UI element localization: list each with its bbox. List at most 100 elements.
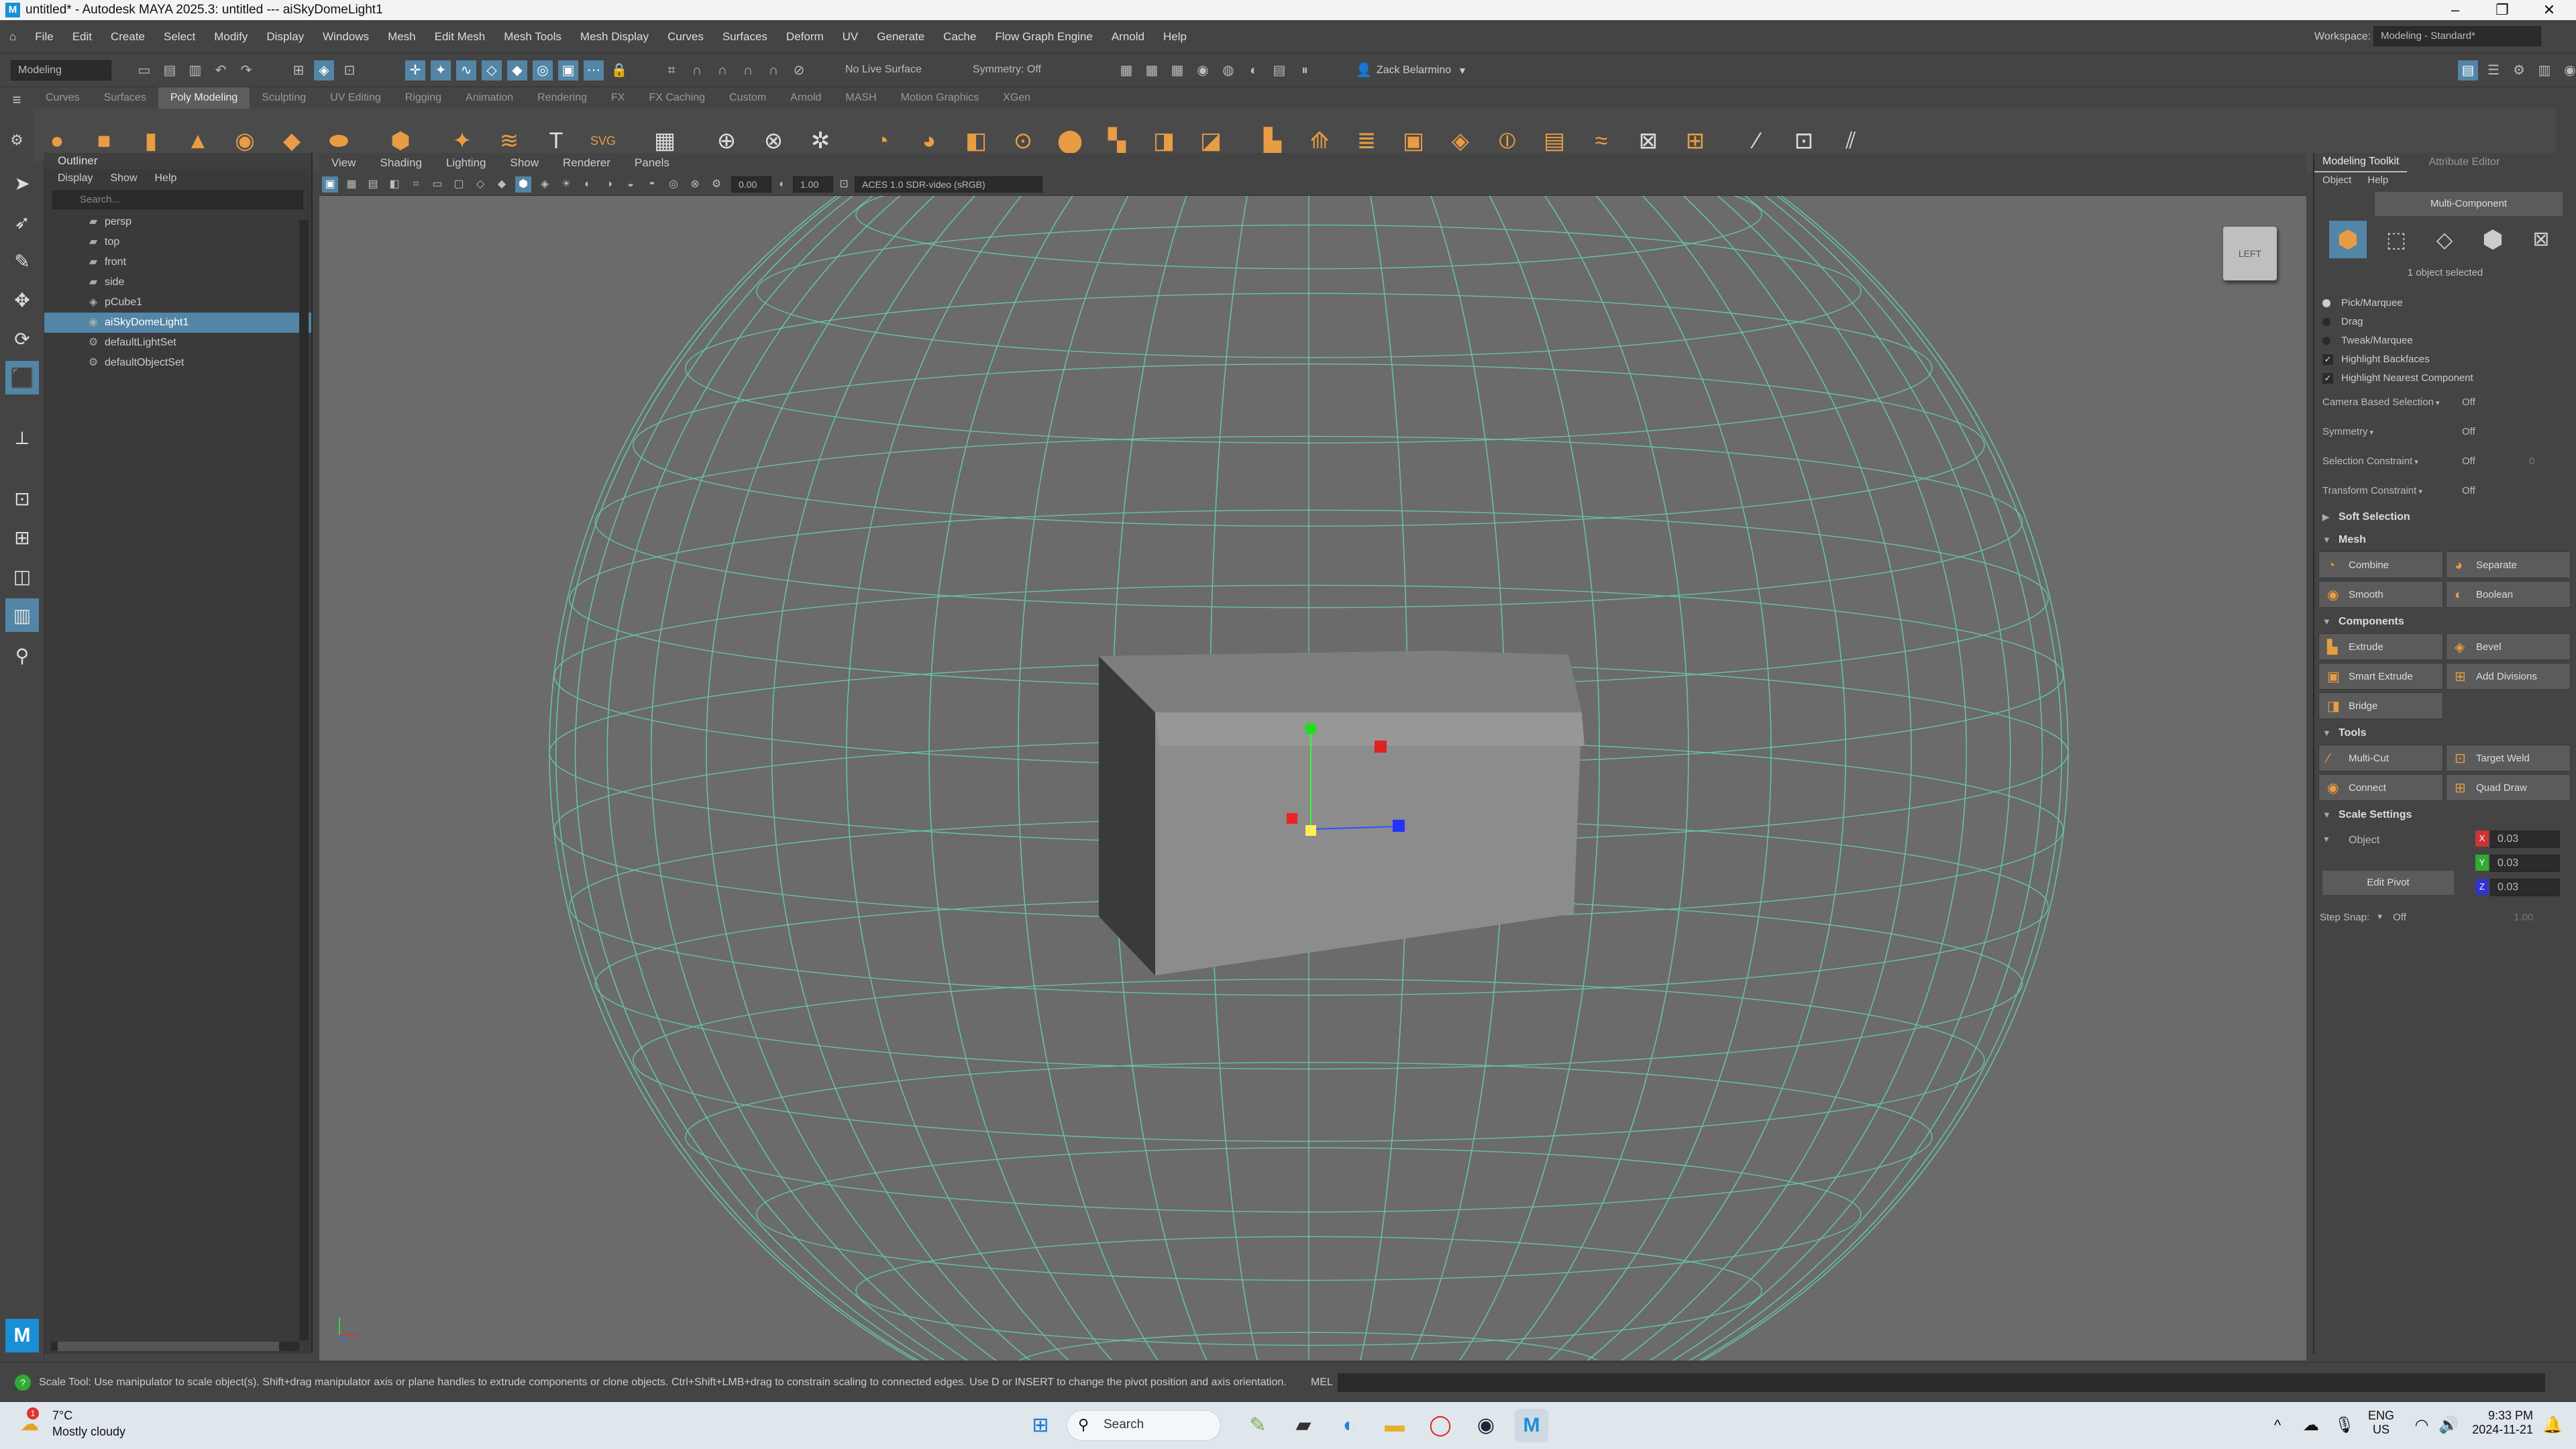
menu-set-dropdown[interactable]: Modeling (11, 60, 111, 80)
wireframe-on-shaded-icon[interactable]: ⬢ (515, 176, 531, 193)
symmetry-field[interactable]: Symmetry: Off (966, 60, 1073, 80)
select-tool-icon[interactable]: ➤ (5, 166, 39, 200)
component-mode-icon[interactable]: ⊡ (339, 60, 360, 80)
film-gate-icon[interactable]: ▭ (429, 174, 445, 195)
smooth-button[interactable]: ◉ Smooth (2318, 581, 2443, 608)
shelf-tab-xgen[interactable]: XGen (991, 87, 1042, 109)
attribute-editor-toggle-icon[interactable]: ☰ (2483, 60, 2504, 80)
object-mode-icon[interactable]: ◈ (314, 60, 334, 80)
shelf-tab-animation[interactable]: Animation (453, 87, 525, 109)
scale-tool-icon[interactable]: ⬛ (5, 361, 39, 394)
isolate-select-icon[interactable]: ◎ (665, 174, 682, 195)
snap-surface-icon[interactable]: ⊘ (789, 60, 809, 80)
shadows-icon[interactable]: ◐ (580, 174, 596, 195)
gamma-icon[interactable]: ◐ (774, 174, 790, 195)
viewport-menu-view[interactable]: View (319, 153, 368, 173)
outliner-horizontal-scrollbar[interactable] (51, 1342, 299, 1351)
scale-y-field[interactable]: 0.03 (2490, 855, 2560, 872)
scale-x-field[interactable]: 0.03 (2490, 830, 2560, 848)
last-tool-icon[interactable]: ⟂ (5, 421, 39, 455)
pause-icon[interactable]: ⏸ (1295, 60, 1315, 80)
menu-create[interactable]: Create (101, 20, 154, 54)
user-account[interactable]: 👤 Zack Belarmino ▼ (1351, 60, 1467, 80)
viewport-menu-lighting[interactable]: Lighting (434, 153, 498, 173)
quad-draw-button[interactable]: ⊞ Quad Draw (2446, 774, 2571, 801)
hypershade-icon[interactable]: ◍ (1218, 60, 1238, 80)
modeling-toolkit-toggle-icon[interactable]: ▤ (2458, 60, 2478, 80)
weather-widget[interactable]: ☁ 1 7°C Mostly cloudy (13, 1407, 188, 1444)
tweak-marquee-radio[interactable]: Tweak/Marquee (2314, 331, 2576, 350)
face-mode-icon[interactable]: ⬢ (2474, 221, 2512, 258)
lasso-tool-icon[interactable]: ➶ (5, 205, 39, 239)
outliner-item[interactable]: ▰ persp (44, 212, 311, 232)
drag-radio[interactable]: Drag (2314, 313, 2576, 331)
multi-cut-button[interactable]: ⁄ Multi-Cut (2318, 745, 2443, 771)
shelf-tab-curves[interactable]: Curves (34, 87, 92, 109)
outliner-item[interactable]: ▰ front (44, 252, 311, 272)
target-weld-button[interactable]: ⊡ Target Weld (2446, 745, 2571, 771)
toolkit-prop-row[interactable]: Symmetry ▾ Off (2314, 417, 2576, 447)
viewport-menu-renderer[interactable]: Renderer (551, 153, 623, 173)
combine-button[interactable]: ◔ Combine (2318, 551, 2443, 578)
sidebar-toggle-icon[interactable]: ◉ (2560, 60, 2576, 80)
anti-alias-icon[interactable]: ◓ (644, 174, 660, 195)
colorspace-dropdown[interactable]: ACES 1.0 SDR-video (sRGB) (855, 176, 1042, 193)
shelf-tab-arnold[interactable]: Arnold (778, 87, 833, 109)
menu-modify[interactable]: Modify (205, 20, 257, 54)
tools-section[interactable]: Tools (2314, 722, 2576, 745)
mask-surfaces-icon[interactable]: ◇ (482, 60, 502, 80)
scale-space-dropdown[interactable]: Object (2341, 830, 2442, 851)
mel-label[interactable]: MEL (1311, 1377, 1333, 1389)
save-scene-icon[interactable]: ▥ (185, 60, 205, 80)
render-view-icon[interactable]: ▦ (1116, 60, 1136, 80)
exposure-field[interactable]: 0.00 (731, 176, 771, 193)
viewport-persp[interactable]: View Shading Lighting Show Renderer Pane… (319, 153, 2306, 1360)
shelf-gear-icon[interactable]: ⚙ (0, 131, 34, 149)
menu-generate[interactable]: Generate (867, 20, 934, 54)
outliner-item[interactable]: ⚙ defaultObjectSet (44, 353, 311, 373)
shelf-tab-rendering[interactable]: Rendering (525, 87, 599, 109)
toolkit-menu-help[interactable]: Help (2367, 174, 2388, 186)
menu-surfaces[interactable]: Surfaces (713, 20, 777, 54)
view-cube[interactable]: LEFT (2223, 227, 2277, 280)
mask-joints-icon[interactable]: ✦ (431, 60, 451, 80)
outliner-search-input[interactable]: Search... (52, 191, 303, 209)
scrollbar-thumb[interactable] (58, 1342, 279, 1351)
add-divisions-button[interactable]: ⊞ Add Divisions (2446, 663, 2571, 690)
move-tool-icon[interactable]: ✥ (5, 283, 39, 317)
xray-icon[interactable]: ⊗ (687, 174, 703, 195)
mesh-section[interactable]: Mesh (2314, 529, 2576, 551)
gamma-field[interactable]: 1.00 (793, 176, 833, 193)
menu-edit-mesh[interactable]: Edit Mesh (425, 20, 495, 54)
windows-start-icon[interactable]: ⊞ (1024, 1409, 1057, 1442)
menu-windows[interactable]: Windows (313, 20, 378, 54)
shelf-tab-poly-modeling[interactable]: Poly Modeling (158, 87, 250, 109)
search-icon[interactable]: ⚲ (5, 639, 39, 672)
outliner-menu-display[interactable]: Display (58, 169, 93, 188)
redo-icon[interactable]: ↷ (236, 60, 256, 80)
extrude-button[interactable]: ▙ Extrude (2318, 633, 2443, 660)
viewport-menu-show[interactable]: Show (498, 153, 551, 173)
volume-icon[interactable]: 🔊 (2432, 1409, 2465, 1442)
edge-mode-icon[interactable]: ◇ (2426, 221, 2463, 258)
menu-flow-graph-engine[interactable]: Flow Graph Engine (985, 20, 1102, 54)
file-explorer-icon[interactable]: ▬ (1378, 1409, 1411, 1442)
maximize-icon[interactable]: ❐ (2475, 0, 2529, 20)
clock[interactable]: 9:33 PM 2024-11-21 (2466, 1409, 2533, 1437)
shelf-tab-mash[interactable]: MASH (833, 87, 888, 109)
workspace-dropdown[interactable]: Modeling - Standard* (2373, 26, 2541, 46)
menu-mesh-tools[interactable]: Mesh Tools (494, 20, 571, 54)
show-hidden-icons-icon[interactable]: ^ (2261, 1409, 2294, 1442)
maya-app-icon[interactable]: M (1515, 1409, 1548, 1442)
use-all-lights-icon[interactable]: ☀ (558, 174, 574, 195)
smart-extrude-button[interactable]: ▣ Smart Extrude (2318, 663, 2443, 690)
snap-curve-icon[interactable]: ∩ (687, 60, 707, 80)
shelf-tab-fx[interactable]: FX (599, 87, 637, 109)
wireframe-icon[interactable]: ◇ (472, 174, 488, 195)
highlight-nearest-checkbox[interactable]: Highlight Nearest Component (2314, 369, 2576, 388)
taskbar-search[interactable]: ⚲ Search (1067, 1410, 1221, 1441)
outliner-vertical-scrollbar[interactable] (299, 220, 309, 1340)
render-frame-icon[interactable]: ▦ (1142, 60, 1162, 80)
shelf-tab-motion-graphics[interactable]: Motion Graphics (889, 87, 991, 109)
task-view-icon[interactable]: ▰ (1287, 1409, 1320, 1442)
